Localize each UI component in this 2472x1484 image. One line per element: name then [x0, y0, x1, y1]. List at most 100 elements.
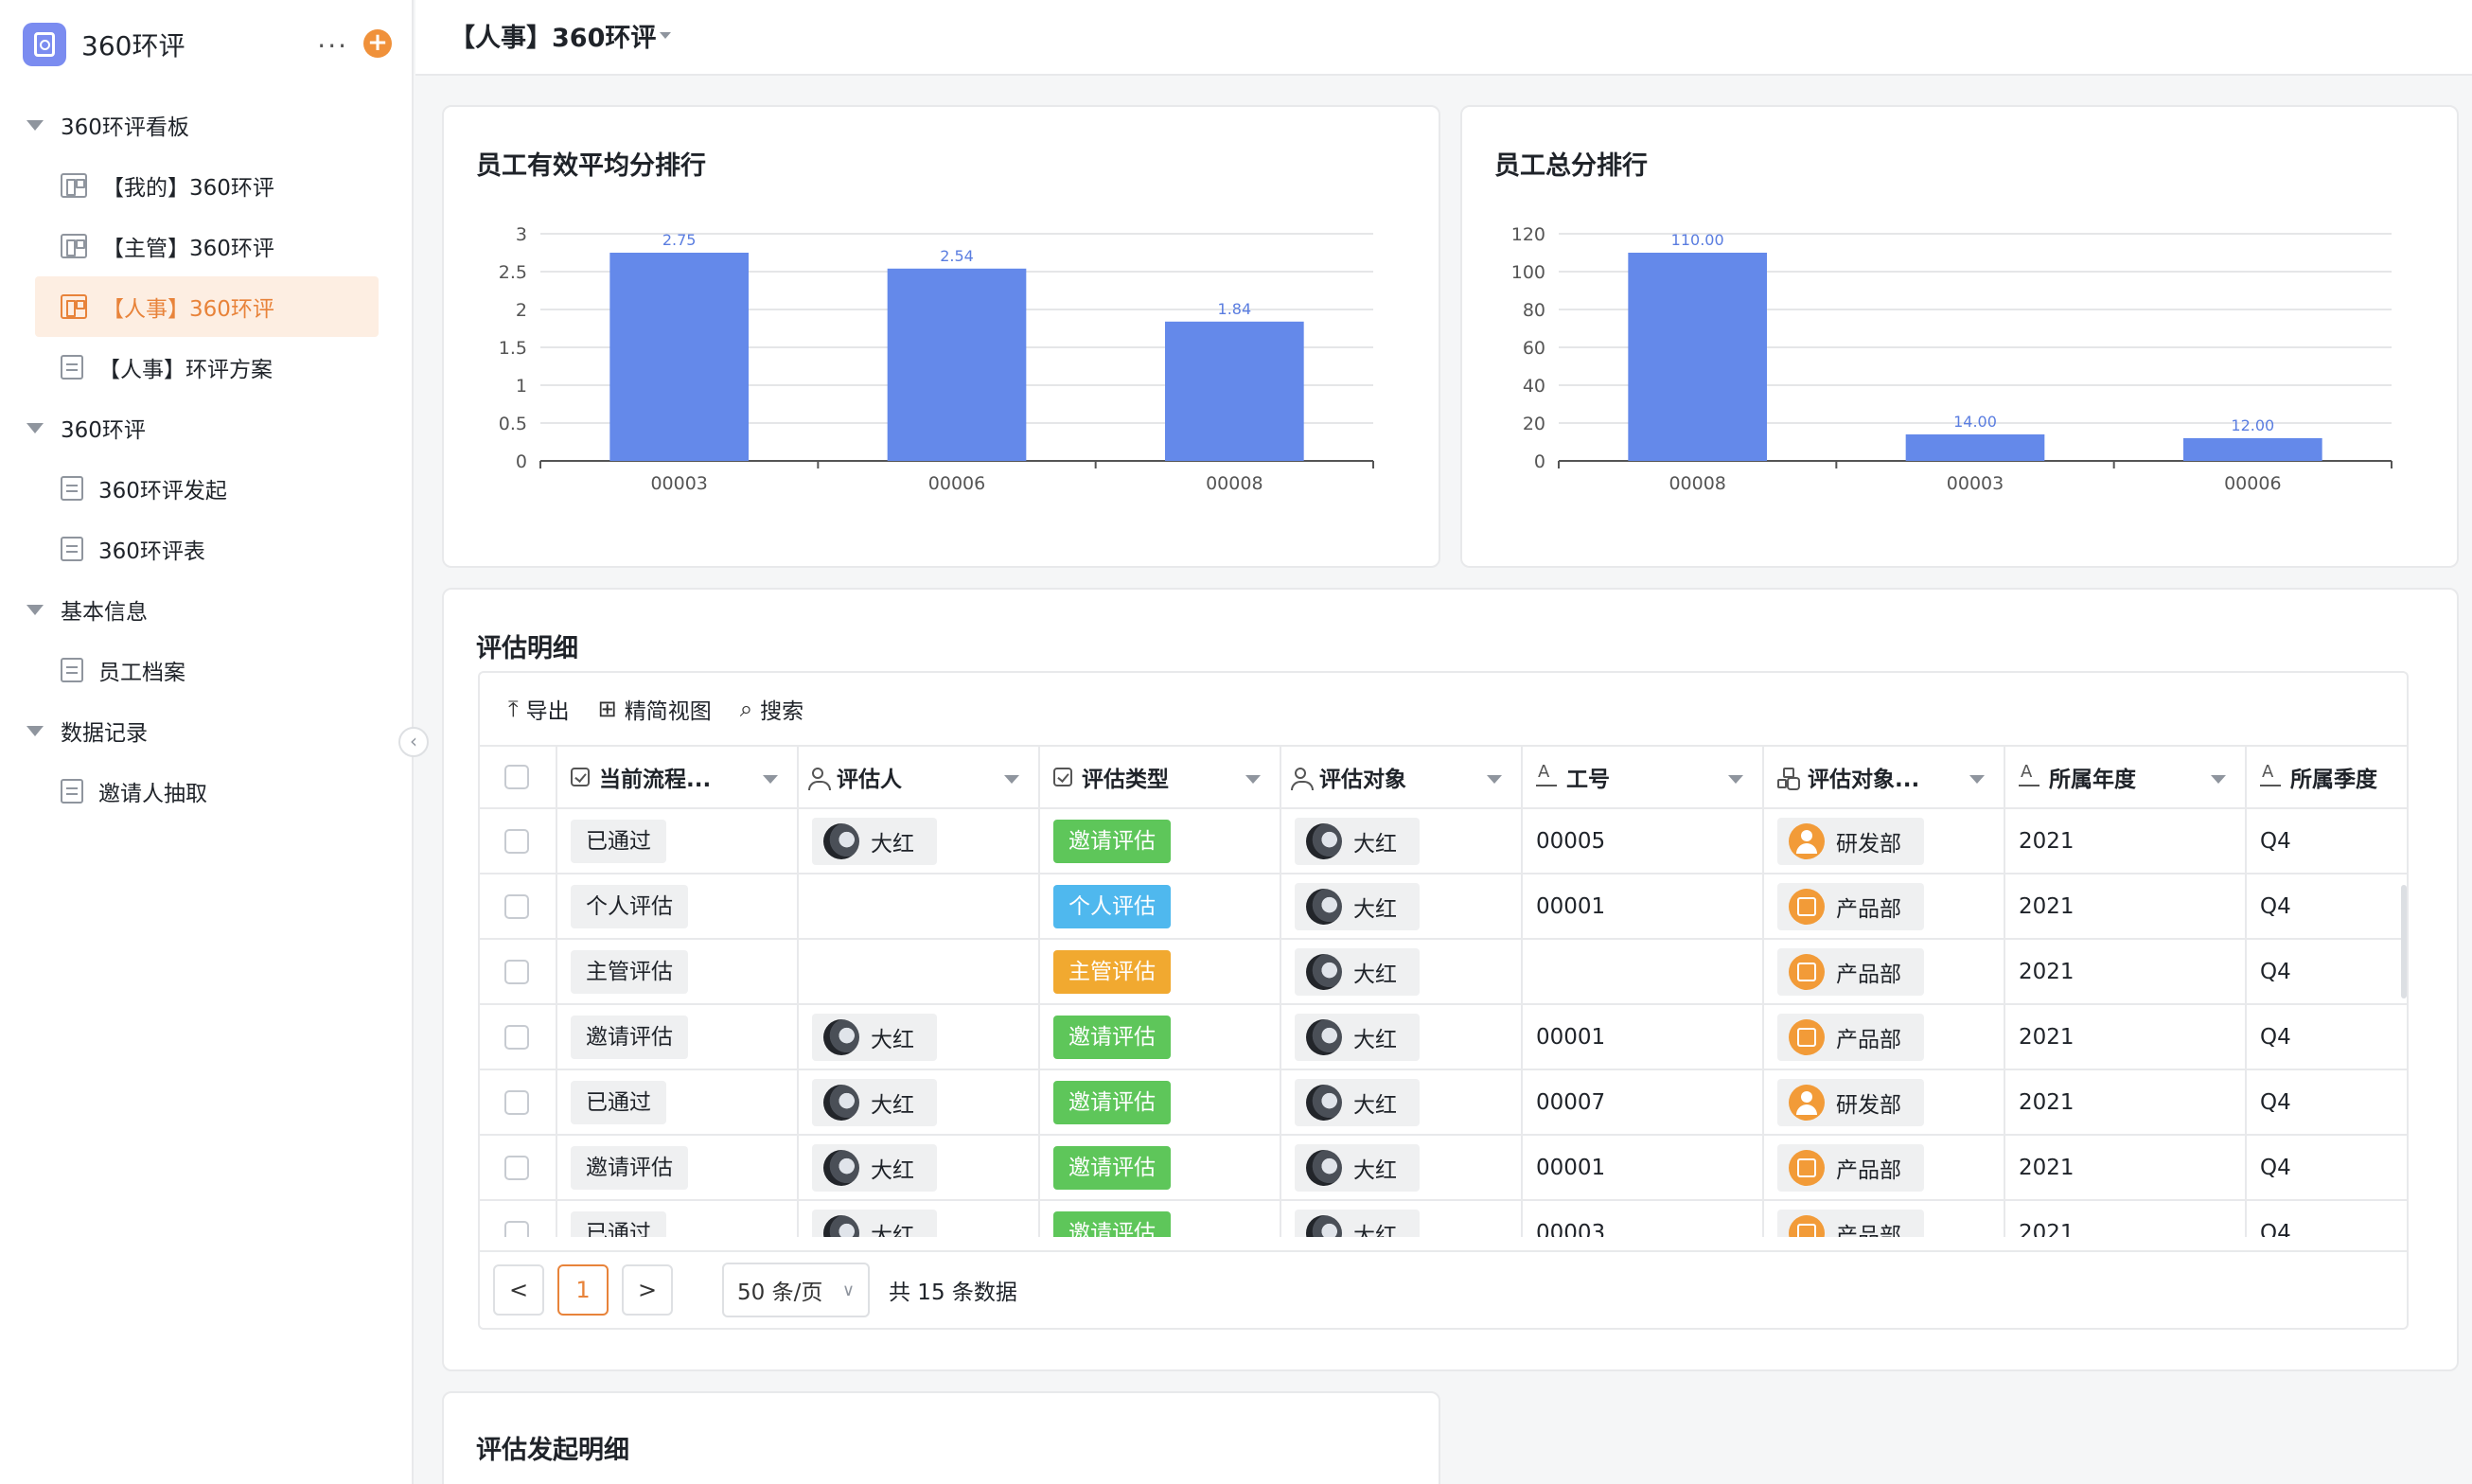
row-checkbox[interactable]: [504, 1155, 529, 1180]
avatar: [823, 1149, 859, 1186]
dept-chip: 研发部: [1777, 817, 1924, 865]
sidebar-item[interactable]: 【人事】环评方案: [35, 337, 379, 398]
quarter-cell: Q4: [2260, 828, 2291, 854]
sidebar-item[interactable]: 360环评发起: [35, 458, 379, 519]
y-tick-label: 40: [1523, 376, 1545, 397]
user-chip: 大红: [1295, 882, 1420, 930]
column-type-icon: [2019, 762, 2039, 786]
column-type-icon: [1053, 768, 1072, 786]
table-row[interactable]: 已通过 大红 邀请评估 大红 00007 研发部 2021 Q4: [480, 1070, 2407, 1136]
y-tick-label: 0: [516, 451, 527, 472]
user-chip: 大红: [812, 1143, 937, 1192]
dept-chip: 研发部: [1777, 1078, 1924, 1126]
caret-down-icon[interactable]: [763, 775, 778, 784]
row-checkbox[interactable]: [504, 1089, 529, 1115]
page-title[interactable]: 【人事】360环评: [450, 17, 656, 54]
column-header[interactable]: 当前流程...: [557, 747, 799, 807]
sidebar-group[interactable]: 基本信息: [0, 579, 414, 640]
chart-title: 员工总分排行: [1494, 151, 1648, 181]
row-checkbox[interactable]: [504, 1024, 529, 1050]
search-button[interactable]: ⌕ 搜索: [740, 693, 803, 725]
column-header[interactable]: 所属季度: [2247, 747, 2407, 807]
chart-title: 员工有效平均分排行: [476, 151, 706, 181]
y-tick-label: 1.5: [499, 338, 527, 359]
column-type-icon: [2260, 762, 2281, 786]
type-tag: 邀请评估: [1053, 819, 1171, 863]
table-row[interactable]: 已通过 大红 邀请评估 大红 00003 产品部 2021 Q4: [480, 1201, 2407, 1237]
sidebar-item[interactable]: 员工档案: [35, 640, 379, 700]
sidebar-nav: 360环评看板 【我的】360环评 【主管】360环评 【人事】360环评 【人事】环评…: [0, 95, 414, 822]
table-scrollbar[interactable]: [2401, 809, 2407, 1237]
employee-id: 00005: [1523, 809, 1764, 873]
caret-down-icon[interactable]: [1487, 775, 1502, 784]
quarter-cell: Q4: [2260, 959, 2291, 984]
column-header[interactable]: 评估人: [799, 747, 1040, 807]
bar: [1905, 434, 2045, 461]
status-badge: 主管评估: [571, 949, 688, 994]
column-header[interactable]: 评估类型: [1040, 747, 1281, 807]
next-page-button[interactable]: >: [622, 1264, 673, 1316]
avatar: [1306, 888, 1342, 925]
row-checkbox[interactable]: [504, 828, 529, 854]
export-button[interactable]: ⤒ 导出: [508, 693, 570, 725]
avatar: [1306, 1084, 1342, 1121]
data-label: 110.00: [1671, 231, 1724, 249]
select-all-checkbox[interactable]: [504, 765, 529, 789]
total-score-chart-card: 员工总分排行 0 20 40 60 80 100 120 110.00 00008 14.00 00…: [1460, 105, 2459, 568]
caret-down-icon[interactable]: [1728, 775, 1743, 784]
caret-down-icon[interactable]: [1969, 775, 1985, 784]
caret-down-icon[interactable]: [1004, 775, 1019, 784]
table-row[interactable]: 个人评估 个人评估 大红 00001 产品部 2021 Q4: [480, 874, 2407, 940]
user-chip: 大红: [1295, 947, 1420, 996]
user-chip: 大红: [1295, 1013, 1420, 1061]
year-cell: 2021: [2005, 940, 2247, 1003]
table-row[interactable]: 已通过 大红 邀请评估 大红 00005 研发部 2021 Q4: [480, 809, 2407, 874]
sidebar-group[interactable]: 360环评: [0, 398, 414, 458]
bar: [887, 268, 1027, 461]
column-type-icon: [1536, 762, 1557, 786]
sidebar-group[interactable]: 360环评看板: [0, 95, 414, 155]
y-tick-label: 1: [516, 376, 527, 397]
x-tick-label: 00008: [1206, 473, 1262, 494]
table-row[interactable]: 主管评估 主管评估 大红 产品部 2021 Q4: [480, 940, 2407, 1005]
page-number-button[interactable]: 1: [557, 1264, 609, 1316]
column-header[interactable]: 评估对象...: [1764, 747, 2005, 807]
row-checkbox[interactable]: [504, 1220, 529, 1237]
compact-view-button[interactable]: ⊞ 精简视图: [598, 693, 712, 725]
column-header[interactable]: 所属年度: [2005, 747, 2247, 807]
department-icon: [1789, 1084, 1825, 1121]
add-icon[interactable]: +: [363, 29, 392, 58]
employee-id: 00001: [1523, 874, 1764, 938]
row-checkbox[interactable]: [504, 959, 529, 984]
caret-down-icon[interactable]: [1245, 775, 1261, 784]
y-tick-label: 0: [1534, 451, 1545, 472]
chevron-down-icon[interactable]: [660, 32, 671, 39]
table-row[interactable]: 邀请评估 大红 邀请评估 大红 00001 产品部 2021 Q4: [480, 1005, 2407, 1070]
data-label: 2.75: [662, 231, 697, 249]
y-tick-label: 3: [516, 224, 527, 245]
avatar: [1306, 822, 1342, 859]
row-checkbox[interactable]: [504, 893, 529, 919]
sidebar-item[interactable]: 【人事】360环评: [35, 276, 379, 337]
type-tag: 邀请评估: [1053, 1210, 1171, 1237]
select-all-column: [480, 747, 557, 807]
prev-page-button[interactable]: <: [493, 1264, 544, 1316]
upload-icon: ⤒: [508, 696, 519, 722]
caret-down-icon: [26, 422, 44, 433]
sidebar-item[interactable]: 【我的】360环评: [35, 155, 379, 216]
collapse-sidebar-icon[interactable]: ‹: [398, 727, 429, 757]
column-header[interactable]: 评估对象: [1281, 747, 1523, 807]
avatar: [1306, 1149, 1342, 1186]
sidebar-item[interactable]: 【主管】360环评: [35, 216, 379, 276]
column-header[interactable]: 工号: [1523, 747, 1764, 807]
page-size-select[interactable]: 50 条/页 ∨: [722, 1263, 870, 1317]
y-tick-label: 80: [1523, 300, 1545, 321]
table-row[interactable]: 邀请评估 大红 邀请评估 大红 00001 产品部 2021 Q4: [480, 1136, 2407, 1201]
sidebar-group[interactable]: 数据记录: [0, 700, 414, 761]
caret-down-icon[interactable]: [2211, 775, 2226, 784]
column-type-icon: [1291, 768, 1314, 790]
sidebar-item[interactable]: 360环评表: [35, 519, 379, 579]
employee-id: 00007: [1523, 1070, 1764, 1134]
sidebar-item[interactable]: 邀请人抽取: [35, 761, 379, 822]
more-icon[interactable]: ···: [317, 30, 348, 62]
